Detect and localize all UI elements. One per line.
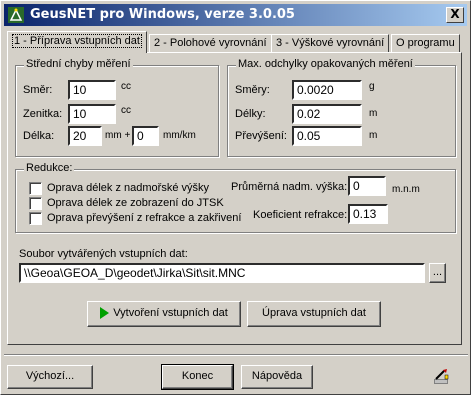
checkbox-nadmorska[interactable]	[29, 182, 42, 195]
title-bar[interactable]: GeusNET pro Windows, verze 3.0.05 X	[4, 4, 467, 26]
checkbox-nadmorska-label: Oprava délek z nadmořské výšky	[47, 182, 210, 194]
checkbox-jtsk-label: Oprava délek ze zobrazení do JTSK	[47, 197, 224, 209]
smery-input[interactable]: 0.0020	[292, 80, 362, 100]
footer-divider	[4, 354, 468, 356]
vyska-label: Průměrná nadm. výška:	[231, 181, 348, 193]
tab-vyskove[interactable]: 3 - Výškové vyrovnání	[271, 34, 390, 53]
tab-priprava-label: 1 - Příprava vstupních dat	[12, 34, 142, 48]
tab-priprava[interactable]: 1 - Příprava vstupních dat	[7, 31, 147, 53]
smer-input[interactable]: 10	[68, 80, 116, 100]
prevyseni-label: Převýšení:	[235, 130, 287, 142]
smer-unit: cc	[121, 81, 131, 92]
group-stredni-title: Střední chyby měření	[24, 58, 133, 70]
delka-input-mmkm[interactable]: 0	[132, 126, 159, 146]
main-window: GeusNET pro Windows, verze 3.0.05 X 1 - …	[0, 0, 471, 395]
prevyseni-unit: m	[369, 130, 378, 141]
zenitka-label: Zenitka:	[23, 108, 63, 120]
smery-label: Směry:	[235, 84, 270, 96]
create-data-label: Vytvoření vstupních dat	[113, 307, 228, 319]
create-data-button[interactable]: Vytvoření vstupních dat	[87, 301, 241, 327]
default-button[interactable]: Výchozí...	[7, 365, 93, 389]
help-button[interactable]: Nápověda	[241, 365, 313, 389]
refrakce-label: Koeficient refrakce:	[253, 209, 348, 221]
soubor-path-input[interactable]: \\Geoa\GEOA_D\geodet\Jirka\Sit\sit.MNC	[19, 263, 425, 283]
checkbox-refrakce-label: Oprava převýšení z refrakce a zakřivení	[47, 212, 242, 224]
close-button[interactable]: X	[446, 7, 464, 23]
tab-o-programu[interactable]: O programu	[391, 34, 460, 53]
end-button[interactable]: Konec	[161, 364, 234, 390]
refrakce-input[interactable]: 0.13	[348, 204, 388, 224]
delky-unit: m	[369, 108, 378, 119]
checkbox-jtsk[interactable]	[29, 197, 42, 210]
prevyseni-input[interactable]: 0.05	[292, 126, 362, 146]
delky-input[interactable]: 0.02	[292, 104, 362, 124]
delka-input-mm[interactable]: 20	[68, 126, 102, 146]
browse-button[interactable]: ...	[429, 263, 446, 283]
checkbox-refrakce[interactable]	[29, 212, 42, 225]
window-title: GeusNET pro Windows, verze 3.0.05	[30, 7, 295, 22]
vyska-input[interactable]: 0	[348, 176, 386, 196]
vyska-unit: m.n.m	[392, 184, 420, 195]
tab-polohove[interactable]: 2 - Polohové vyrovnání	[149, 34, 272, 53]
delka-unit: mm/km	[163, 130, 196, 141]
delky-label: Délky:	[235, 108, 266, 120]
group-max-title: Max. odchylky opakovaných měření	[236, 58, 415, 70]
app-icon	[8, 7, 24, 23]
edit-data-button[interactable]: Úprava vstupních dat	[247, 301, 381, 327]
delka-mid-label: mm +	[105, 130, 131, 141]
play-icon	[100, 307, 110, 320]
soubor-label: Soubor vytvářených vstupních dat:	[19, 248, 188, 260]
delka-label: Délka:	[23, 130, 55, 142]
settings-tool-icon[interactable]	[432, 368, 450, 386]
smer-label: Směr:	[23, 84, 53, 96]
zenitka-unit: cc	[121, 105, 131, 116]
group-redukce-title: Redukce:	[24, 162, 75, 174]
smery-unit: g	[369, 81, 375, 92]
zenitka-input[interactable]: 10	[68, 104, 116, 124]
